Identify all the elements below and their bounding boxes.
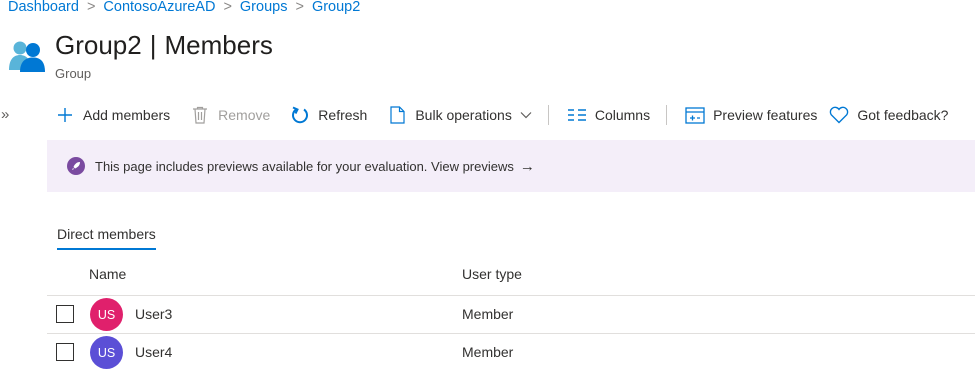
table-row[interactable]: US User4 Member <box>47 333 975 372</box>
row-checkbox[interactable] <box>56 305 74 323</box>
refresh-button[interactable]: Refresh <box>290 105 367 125</box>
page-subtitle: Group <box>55 66 92 81</box>
feedback-label: Got feedback? <box>857 107 949 123</box>
breadcrumb-separator: > <box>86 0 96 15</box>
breadcrumb-separator: > <box>295 0 304 15</box>
document-icon <box>387 105 407 125</box>
bulk-operations-button[interactable]: Bulk operations <box>387 105 532 125</box>
feedback-button[interactable]: Got feedback? <box>829 105 948 125</box>
chevron-down-icon <box>520 111 532 119</box>
toolbar-divider <box>666 105 668 125</box>
table-row[interactable]: US User3 Member <box>47 295 975 334</box>
preview-features-label: Preview features <box>713 107 818 123</box>
avatar: US <box>90 336 123 369</box>
page-title: Group2 | Members <box>55 30 273 61</box>
title-divider: | <box>149 30 157 60</box>
preview-features-button[interactable]: Preview features <box>685 105 817 125</box>
column-header-user-type[interactable]: User type <box>462 266 522 282</box>
page-title-name: Group2 <box>55 30 142 60</box>
column-header-name[interactable]: Name <box>89 266 126 282</box>
page-title-section: Members <box>164 30 273 60</box>
user-name[interactable]: User4 <box>135 344 172 360</box>
user-name[interactable]: User3 <box>135 306 172 322</box>
preview-banner: This page includes previews available fo… <box>47 140 975 192</box>
row-checkbox[interactable] <box>56 343 74 361</box>
plus-icon <box>55 105 75 125</box>
breadcrumb-dashboard[interactable]: Dashboard <box>8 0 79 15</box>
preview-icon <box>685 105 705 125</box>
breadcrumb-group2[interactable]: Group2 <box>312 0 360 15</box>
columns-button[interactable]: Columns <box>567 105 650 125</box>
preview-banner-text[interactable]: This page includes previews available fo… <box>95 159 514 174</box>
breadcrumb-contosoazuread[interactable]: ContosoAzureAD <box>103 0 215 15</box>
trash-icon <box>190 105 210 125</box>
group-icon <box>9 41 45 72</box>
avatar: US <box>90 298 123 331</box>
arrow-right-icon[interactable]: → <box>520 158 535 175</box>
breadcrumb-separator: > <box>223 0 232 15</box>
remove-label: Remove <box>218 107 271 123</box>
bulk-operations-label: Bulk operations <box>415 107 512 123</box>
add-members-button[interactable]: Add members <box>55 105 170 125</box>
tab-direct-members[interactable]: Direct members <box>57 226 156 250</box>
command-bar: Add members Remove Refresh Bulk operatio… <box>55 101 948 129</box>
refresh-label: Refresh <box>318 107 368 123</box>
breadcrumb: Dashboard > ContosoAzureAD > Groups > Group2 <box>8 0 360 15</box>
heart-icon <box>829 105 849 125</box>
expand-menu-icon[interactable]: » <box>1 106 9 123</box>
rocket-icon <box>67 157 85 175</box>
add-members-label: Add members <box>83 107 171 123</box>
columns-icon <box>567 105 587 125</box>
refresh-icon <box>290 105 310 125</box>
remove-button[interactable]: Remove <box>190 105 270 125</box>
user-type: Member <box>462 344 514 360</box>
user-type: Member <box>462 306 514 322</box>
breadcrumb-groups[interactable]: Groups <box>240 0 288 15</box>
toolbar-divider <box>547 105 549 125</box>
columns-label: Columns <box>594 107 651 123</box>
